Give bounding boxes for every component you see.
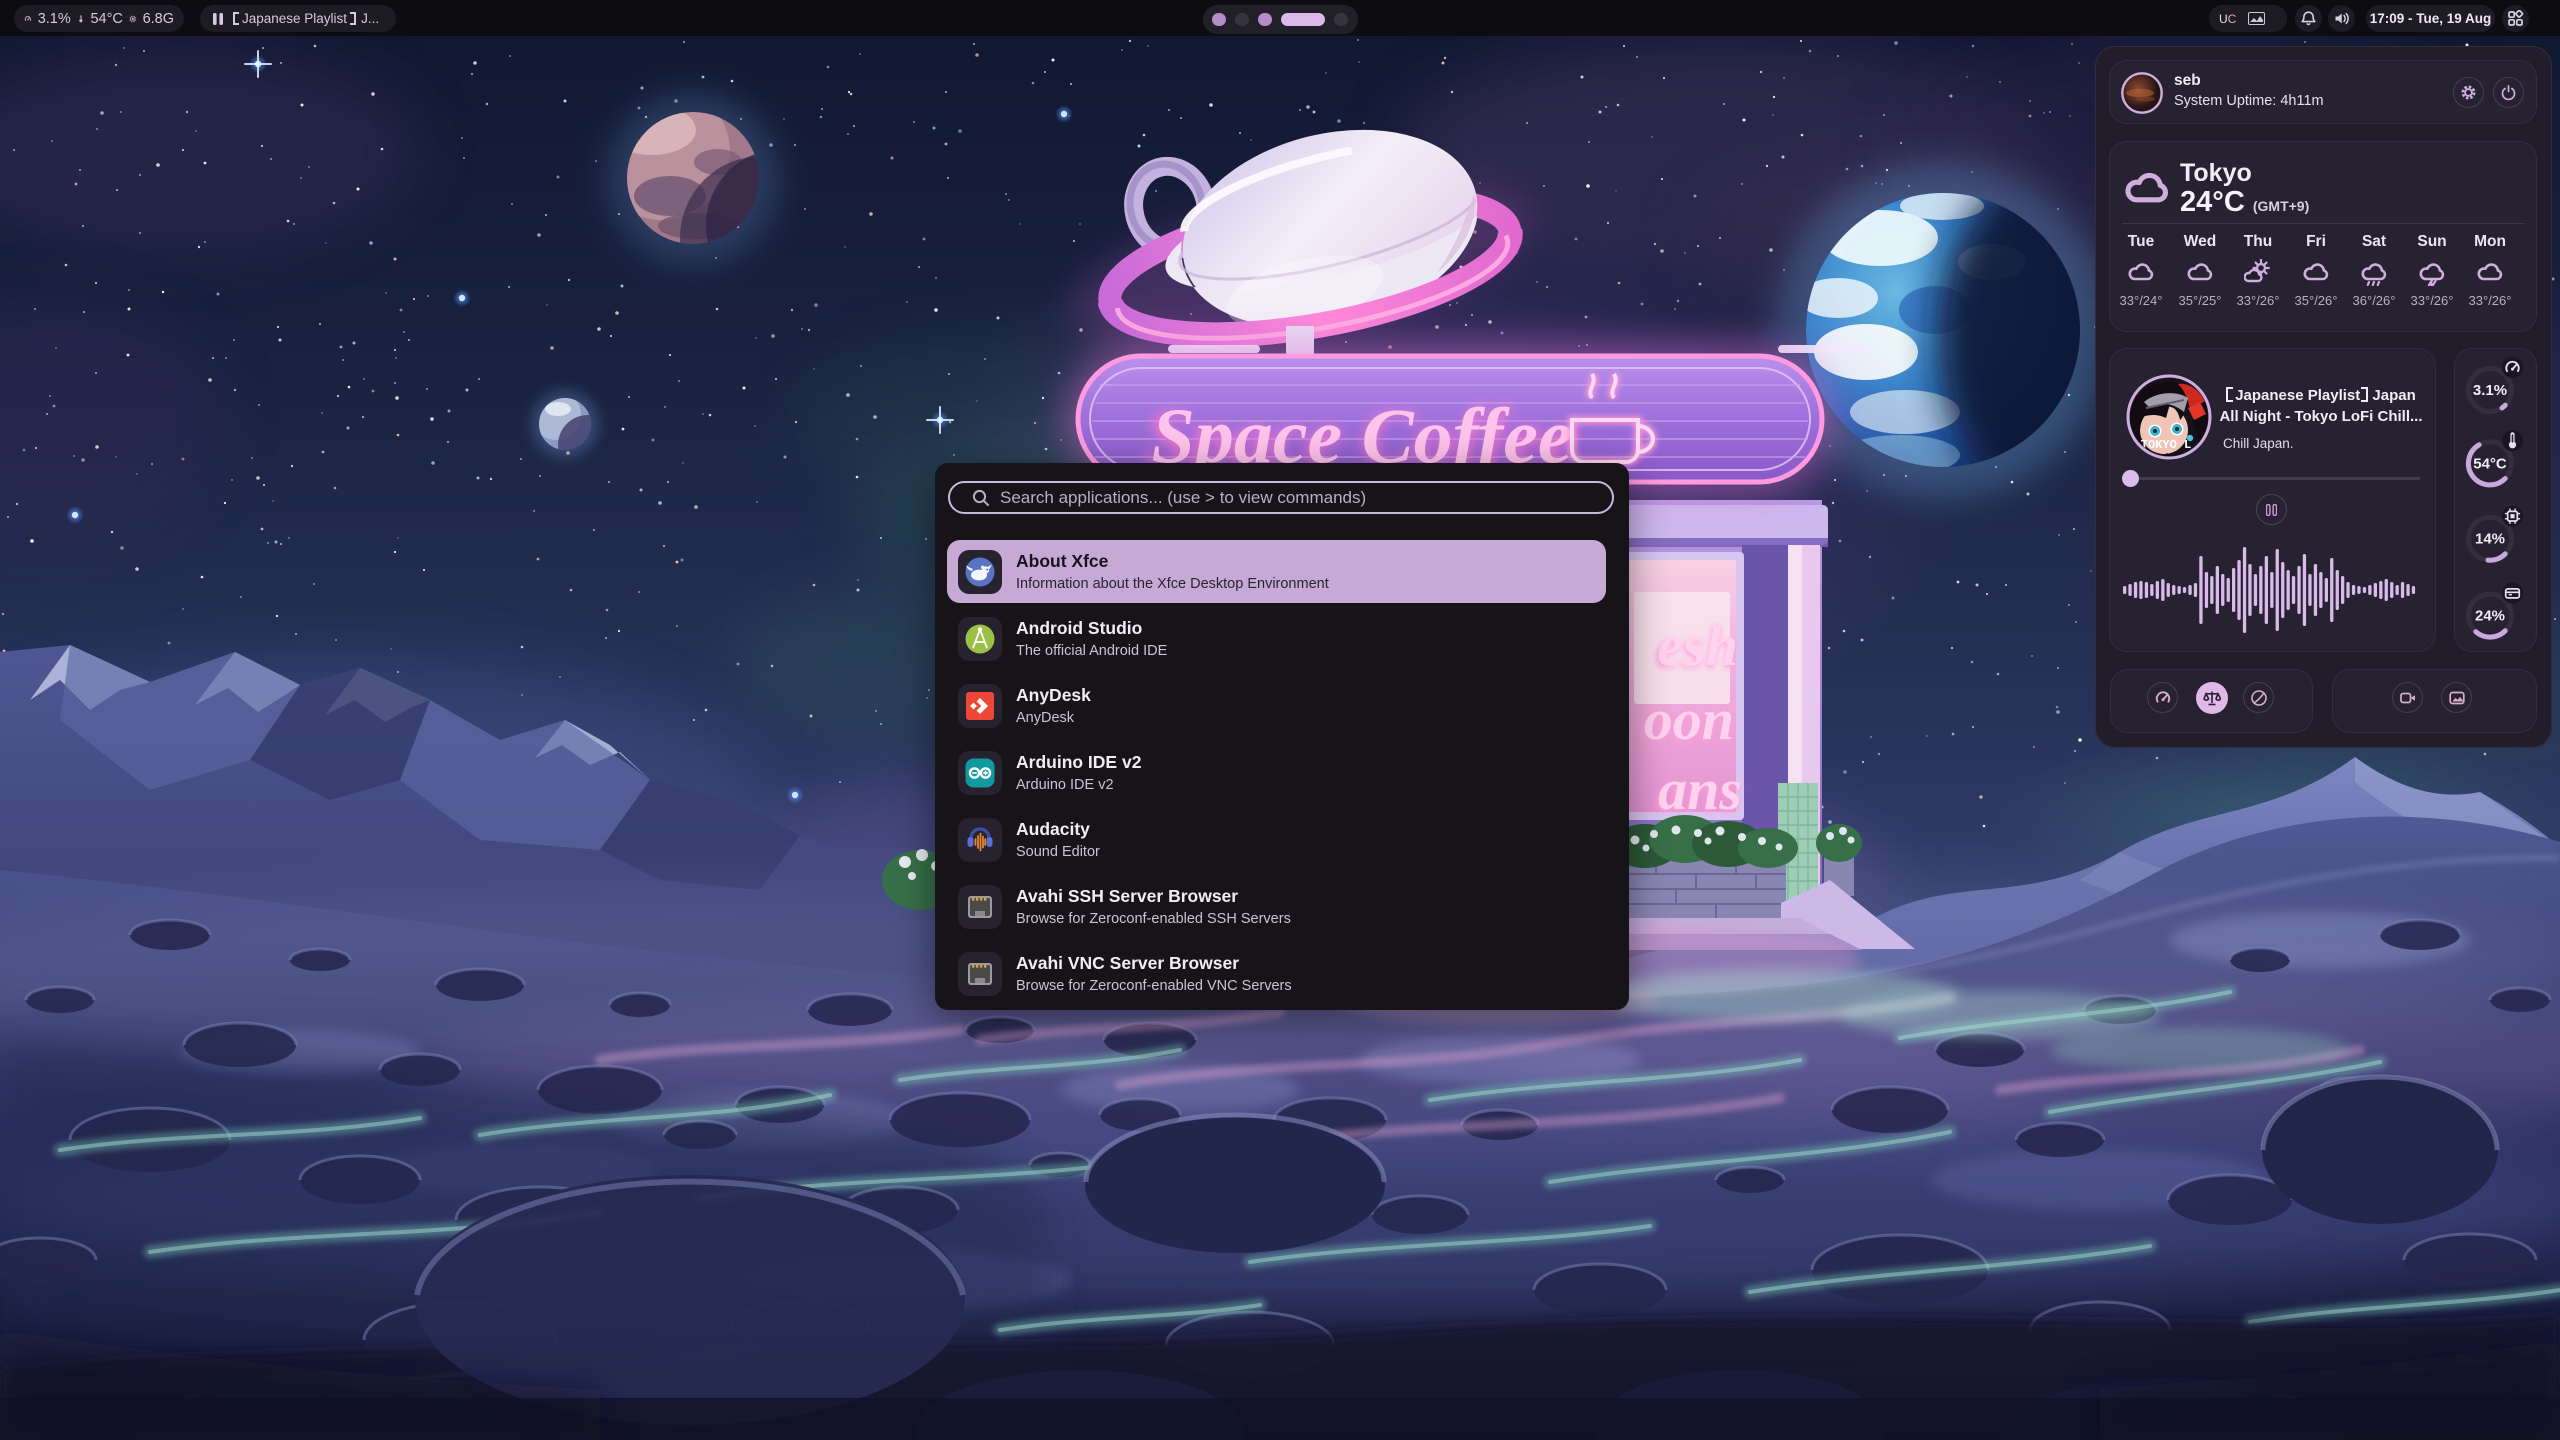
svg-text:3.1%: 3.1% <box>2473 382 2507 399</box>
svg-text:oon: oon <box>1644 687 1734 752</box>
svg-text:24%: 24% <box>2475 608 2505 625</box>
svg-text:14%: 14% <box>2475 531 2505 548</box>
svg-text:ans: ans <box>1658 757 1742 822</box>
svg-text:54°C: 54°C <box>2473 455 2507 472</box>
svg-text:esh: esh <box>1657 613 1738 678</box>
